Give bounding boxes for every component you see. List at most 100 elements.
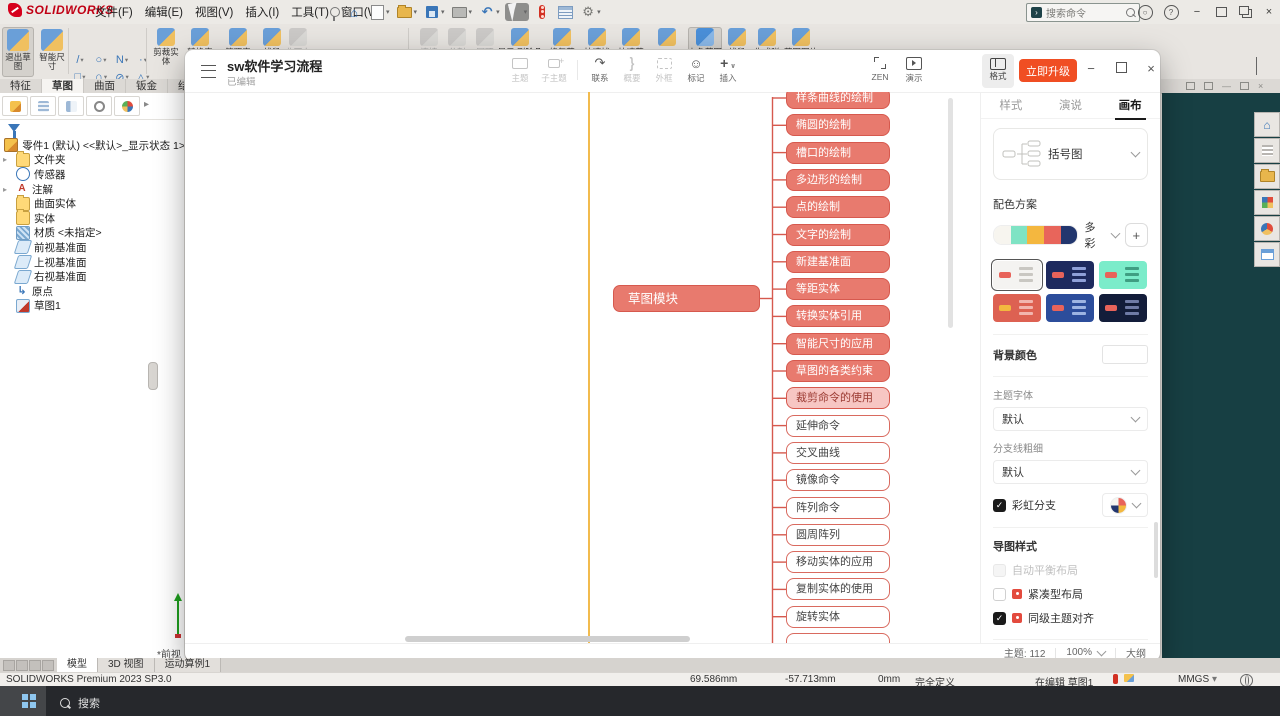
doc-restore-icon[interactable] [1240, 82, 1249, 90]
mindmap-node[interactable]: 等距实体 [786, 278, 890, 301]
appearances-icon[interactable] [1254, 190, 1280, 215]
theme-preview-card[interactable] [1046, 261, 1094, 289]
undo-button[interactable]: ↶ ▾ [477, 3, 502, 21]
theme-preview-card[interactable] [1099, 294, 1147, 322]
mindmap-node[interactable]: 文字的绘制 [786, 223, 890, 246]
ribbon-tab[interactable]: 曲面 [84, 79, 126, 93]
mindmap-node[interactable]: 镜像命令 [786, 469, 890, 492]
tree-item-sensor[interactable]: 传感器 [0, 167, 185, 182]
open-button[interactable]: ▾ [395, 3, 420, 21]
menu-item[interactable]: 插入(I) [245, 4, 279, 20]
mindmap-node[interactable]: 交叉曲线 [786, 441, 890, 464]
sketch-tool-button[interactable]: / ▾ [70, 52, 90, 68]
format-panel-tab[interactable]: 演说 [1059, 97, 1082, 113]
print-button[interactable]: ▾ [450, 3, 475, 21]
tree-item-plane[interactable]: 上视基准面 [0, 255, 185, 270]
theme-preview-card[interactable] [1046, 294, 1094, 322]
theme-preview-card[interactable] [1099, 261, 1147, 289]
panel-splitter-handle[interactable] [148, 362, 158, 390]
forum-icon[interactable] [1254, 242, 1280, 267]
mindmap-node[interactable] [786, 633, 890, 643]
taskbar-search[interactable]: 搜索 [60, 695, 100, 711]
mindmap-canvas[interactable]: 草图模块 样条曲线的绘制 椭圆的绘制 槽口的绘制 多边形的绘制 点的绘制 文字的绘制 新建基… [185, 92, 980, 643]
canvas-horizontal-scrollbar[interactable] [405, 636, 690, 642]
panel-scrollbar[interactable] [1154, 522, 1158, 578]
mindmap-node[interactable]: 智能尺寸的应用 [786, 332, 890, 355]
mindmap-node[interactable]: 阵列命令 [786, 496, 890, 519]
propertymanager-tab[interactable] [30, 96, 56, 116]
document-tab[interactable]: 运动算例1 [154, 658, 222, 672]
canvas-vertical-scrollbar[interactable] [948, 98, 953, 328]
ribbon-tab[interactable]: 特征 [0, 79, 42, 93]
marker-button[interactable]: ☺ 标记 [679, 55, 713, 84]
doc-minimize-icon[interactable]: — [1222, 81, 1231, 91]
tree-item-plane[interactable]: 右视基准面 [0, 269, 185, 284]
sketch-tool-button[interactable]: ○ ▾ [91, 52, 111, 68]
background-color-swatch[interactable] [1102, 345, 1148, 364]
mm-close-button[interactable]: × [1141, 61, 1161, 76]
mm-maximize-button[interactable] [1111, 61, 1131, 76]
rainbow-color-select[interactable] [1102, 493, 1148, 517]
tree-item-folder[interactable]: ▸ 文件夹 [0, 150, 185, 168]
save-button[interactable]: ▾ [422, 3, 447, 21]
root-topic-node[interactable]: 草图模块 [613, 285, 760, 312]
zen-mode-button[interactable]: ZEN [863, 55, 897, 82]
sketch-tool-button[interactable]: N ▾ [112, 52, 132, 68]
tree-item-annotations[interactable]: ▸ A 注解 [0, 182, 185, 197]
dimxpertmanager-tab[interactable] [86, 96, 112, 116]
insert-button[interactable]: + ∨ 插入 [711, 55, 745, 84]
structure-selector[interactable]: 括号图 [993, 128, 1148, 180]
add-scheme-button[interactable]: + [1124, 223, 1149, 247]
ribbon-tab[interactable]: 钣金 [126, 79, 168, 93]
prev-window-icon[interactable] [1186, 82, 1195, 90]
mindmap-node[interactable]: 新建基准面 [786, 250, 890, 273]
tree-item-origin[interactable]: ↳ 原点 [0, 284, 185, 299]
menu-item[interactable]: 编辑(E) [145, 4, 183, 20]
restore-button[interactable] [1212, 4, 1230, 20]
format-panel-tab[interactable]: 样式 [999, 97, 1022, 113]
file-explorer-icon[interactable] [1254, 164, 1280, 189]
mindmap-node[interactable]: 转换实体引用 [786, 305, 890, 328]
mindmap-node[interactable]: 裁剪命令的使用 [786, 387, 890, 410]
start-button[interactable] [22, 694, 36, 708]
mindmap-node[interactable]: 多边形的绘制 [786, 168, 890, 191]
ribbon-tab[interactable]: 草图 [42, 79, 84, 93]
relationship-button[interactable]: ↷ 联系 [583, 55, 617, 84]
tree-item-folder[interactable]: 曲面实体 [0, 194, 185, 211]
cm-button[interactable]: 剪裁实体 [150, 27, 182, 66]
mindmap-node[interactable]: 延伸命令 [786, 414, 890, 437]
mindmap-node[interactable]: 旋转实体 [786, 605, 890, 628]
colors-sphere-icon[interactable] [1254, 216, 1280, 241]
smart-dimension-button[interactable]: 智能尺寸 [36, 27, 68, 77]
topic-button[interactable]: 主题 [503, 55, 537, 84]
filter-icon[interactable] [8, 124, 20, 138]
mindmap-node[interactable]: 移动实体的应用 [786, 551, 890, 574]
new-document-button[interactable]: ▾ [367, 3, 392, 21]
branch-width-select[interactable]: 默认 [993, 460, 1148, 484]
document-tab[interactable]: 模型 [57, 658, 98, 672]
status-units[interactable]: MMGS [1178, 674, 1209, 685]
close-button[interactable]: × [1260, 4, 1278, 20]
upgrade-button[interactable]: 立即升级 [1019, 59, 1077, 82]
options-button[interactable]: ⚙ ▾ [578, 3, 603, 21]
document-tab[interactable]: 3D 视图 [98, 658, 155, 672]
collapse-toolbar-button[interactable] [1256, 57, 1266, 75]
theme-preview-card[interactable] [990, 258, 1044, 292]
tree-item-folder[interactable]: 实体 [0, 209, 185, 226]
pin-icon[interactable] [330, 7, 340, 21]
command-search[interactable]: › 搜索命令 [1026, 3, 1140, 22]
tab-scroll-buttons[interactable] [0, 658, 57, 672]
mindmap-node[interactable]: 点的绘制 [786, 196, 890, 219]
minimize-button[interactable]: − [1188, 4, 1206, 20]
home-taskpane-icon[interactable]: ⌂ [1254, 112, 1280, 137]
theme-preview-card[interactable] [993, 294, 1041, 322]
mindmap-node[interactable]: 圆周阵列 [786, 523, 890, 546]
select-button[interactable]: ▾ [504, 2, 530, 22]
boundary-button[interactable]: 外框 [647, 55, 681, 84]
zoom-level[interactable]: 100% [1066, 647, 1092, 658]
rebuild-button[interactable] [532, 3, 552, 21]
home-button[interactable]: ⌂ [344, 3, 364, 21]
present-button[interactable]: 演示 [897, 55, 931, 84]
checkbox[interactable] [993, 587, 1006, 601]
subtopic-button[interactable]: 子主题 [537, 55, 571, 84]
